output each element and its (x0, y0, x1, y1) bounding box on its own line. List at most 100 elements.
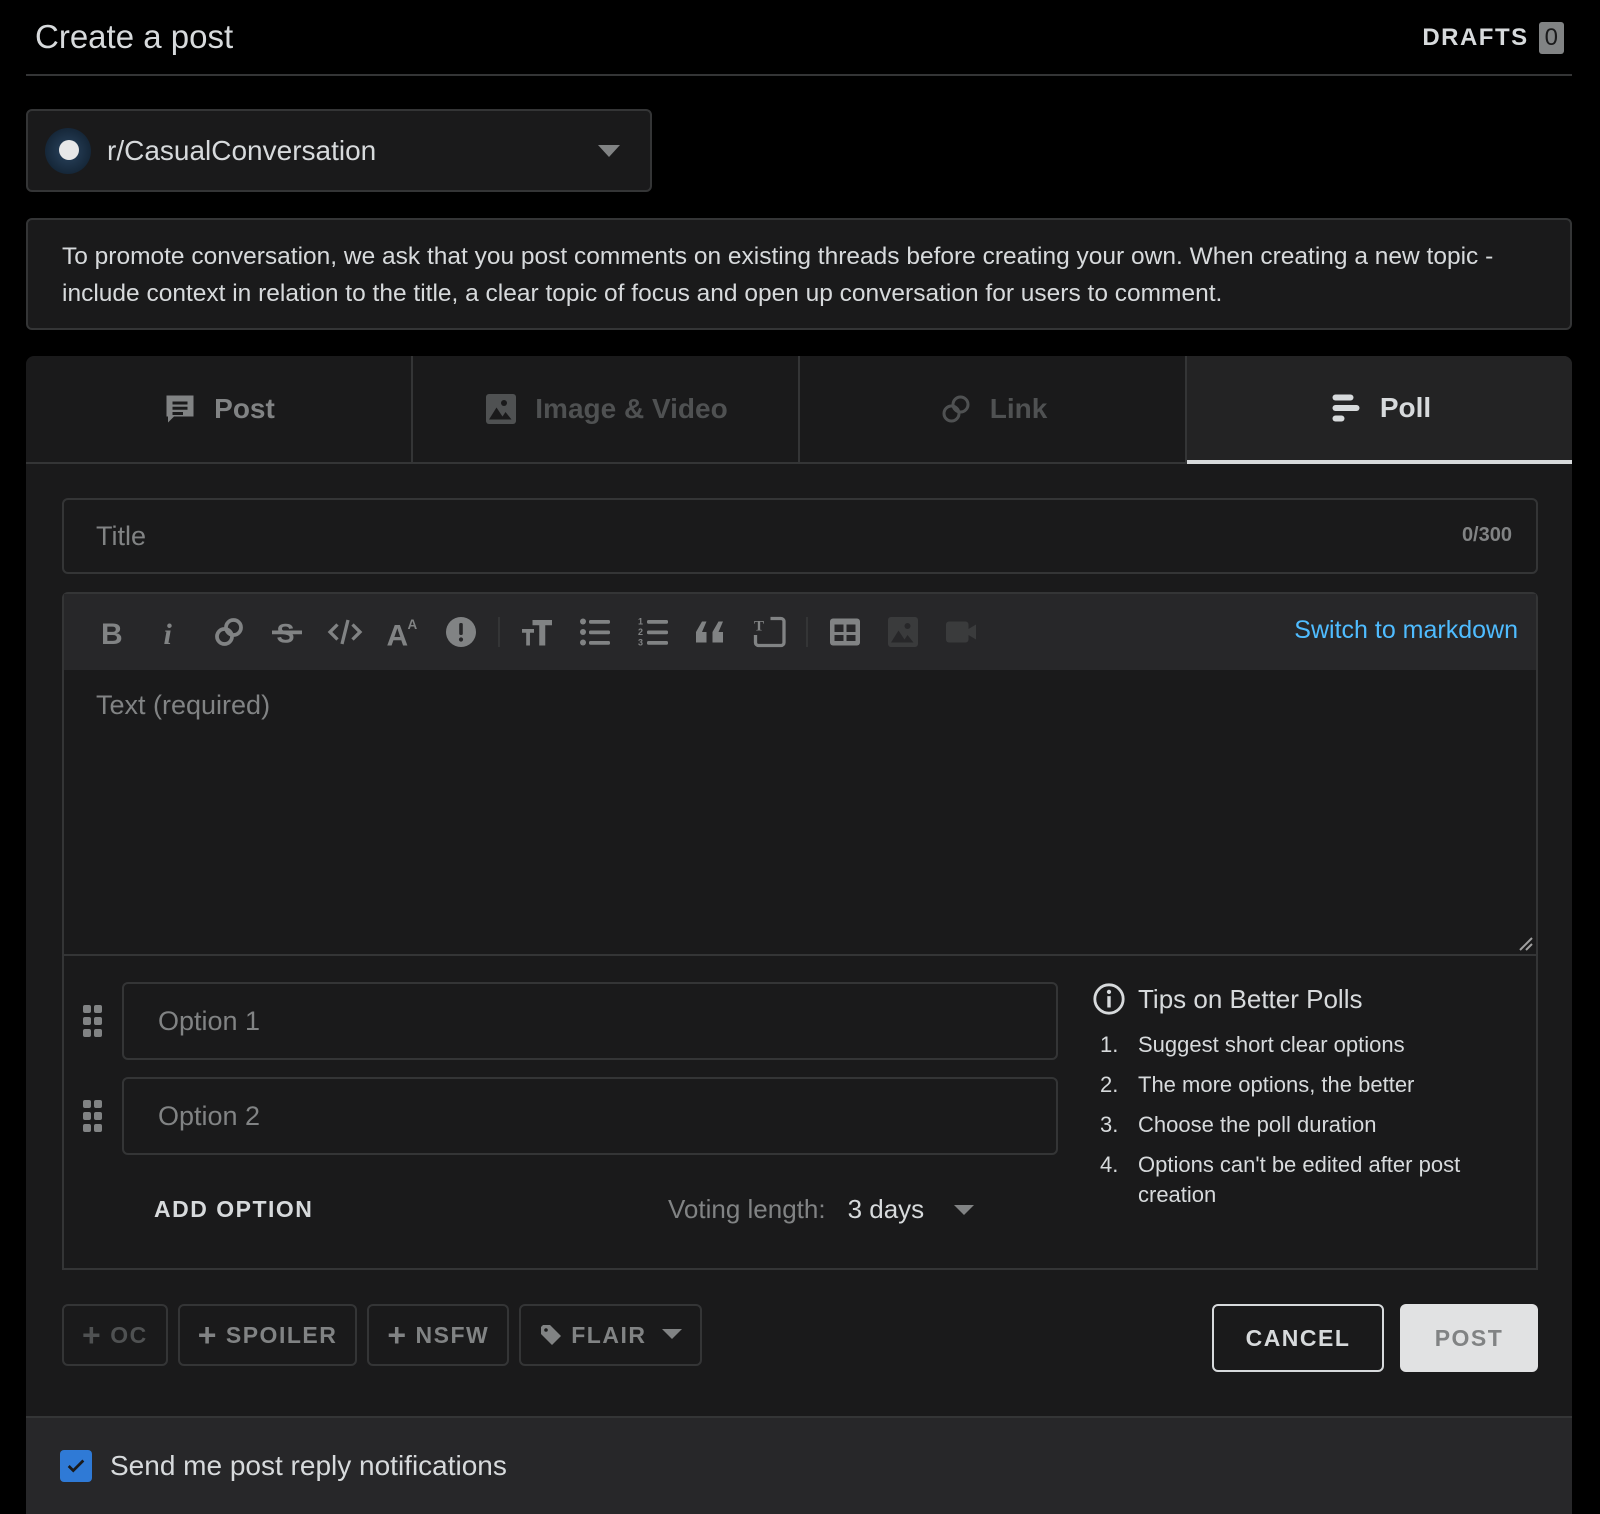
numbered-list-button[interactable]: 123 (624, 604, 682, 660)
add-option-button[interactable]: ADD OPTION (154, 1196, 313, 1223)
tab-link[interactable]: Link (800, 356, 1187, 462)
tip-number: 2. (1100, 1072, 1119, 1097)
svg-text:2: 2 (638, 627, 643, 637)
code-block-button[interactable]: T (740, 604, 798, 660)
voting-length-dropdown[interactable]: Voting length: 3 days (668, 1194, 975, 1225)
page-title: Create a post (35, 18, 234, 55)
svg-text:B: B (101, 618, 123, 650)
tab-image-video[interactable]: Image & Video (413, 356, 800, 462)
flair-dropdown-button[interactable]: FLAIR (519, 1304, 703, 1366)
nsfw-label: NSFW (415, 1321, 490, 1348)
drafts-button[interactable]: DRAFTS 0 (1422, 22, 1564, 54)
poll-option-row (64, 982, 1058, 1060)
community-rules-notice: To promote conversation, we ask that you… (26, 218, 1572, 330)
title-input[interactable] (64, 500, 1424, 572)
drag-handle[interactable] (64, 1004, 122, 1038)
poll-option-1-input[interactable] (122, 982, 1058, 1060)
chevron-down-icon (662, 1329, 683, 1339)
poll-option-2-input[interactable] (122, 1077, 1058, 1155)
drag-handle[interactable] (64, 1099, 122, 1133)
drafts-count-badge: 0 (1538, 22, 1564, 54)
inline-code-button[interactable] (316, 604, 374, 660)
chevron-down-icon (954, 1204, 975, 1215)
tips-title: Tips on Better Polls (1138, 983, 1363, 1014)
svg-text:1: 1 (638, 617, 643, 627)
plus-icon: + (197, 1317, 218, 1353)
image-button[interactable] (874, 604, 932, 660)
bold-icon: B (101, 618, 123, 650)
post-composer: Post Image & Video Link Poll 0/300 B i S… (26, 356, 1572, 1514)
video-icon (946, 621, 976, 643)
voting-length-value: 3 days (847, 1194, 925, 1224)
tag-icon (541, 1325, 562, 1345)
link-icon (215, 618, 243, 646)
italic-icon: i (164, 618, 173, 650)
cancel-button[interactable]: CANCEL (1212, 1304, 1384, 1372)
editor-toolbar: B i S AA 123 T Switch to markdown (64, 594, 1536, 670)
voting-length-label: Voting length: (668, 1194, 826, 1224)
tip-item: 4. Options can't be edited after post cre… (1092, 1150, 1522, 1210)
notifications-checkbox[interactable] (60, 1450, 92, 1482)
drafts-label: DRAFTS (1422, 24, 1529, 51)
quote-icon (696, 621, 723, 643)
title-character-counter: 0/300 (1461, 524, 1512, 546)
tip-text: Suggest short clear options (1138, 1032, 1405, 1057)
quote-block-button[interactable] (682, 604, 740, 660)
strikethrough-button[interactable]: S (258, 604, 316, 660)
spoiler-tag-button[interactable]: + SPOILER (177, 1304, 358, 1366)
tab-label: Poll (1379, 392, 1432, 423)
video-button[interactable] (932, 604, 990, 660)
oc-tag-button[interactable]: + OC (62, 1304, 168, 1366)
notification-settings: Send me post reply notifications (26, 1416, 1572, 1514)
poll-editor: ADD OPTION Voting length: 3 days Tips on… (62, 956, 1538, 1270)
resize-handle-icon[interactable] (1518, 936, 1534, 952)
bulleted-list-icon (580, 618, 610, 646)
drag-handle-icon (83, 1100, 102, 1132)
svg-text:T: T (754, 619, 764, 635)
tab-label: Post (214, 393, 275, 424)
notifications-label[interactable]: Send me post reply notifications (110, 1450, 507, 1482)
spoiler-button[interactable] (432, 604, 490, 660)
strikethrough-icon: S (272, 619, 302, 649)
body-text-input[interactable] (64, 670, 1536, 954)
heading-button[interactable] (508, 604, 566, 660)
tab-poll[interactable]: Poll (1187, 356, 1572, 464)
svg-text:A: A (387, 620, 409, 651)
plus-icon: + (82, 1317, 103, 1353)
flair-label: FLAIR (571, 1321, 647, 1348)
tip-text: Options can't be edited after post creat… (1138, 1152, 1461, 1207)
bold-button[interactable]: B (84, 604, 142, 660)
post-tags: + OC + SPOILER + NSFW FLAIR (62, 1304, 703, 1366)
community-avatar (45, 127, 91, 174)
tip-number: 3. (1100, 1112, 1119, 1137)
link-icon (942, 395, 970, 423)
nsfw-tag-button[interactable]: + NSFW (367, 1304, 510, 1366)
table-button[interactable] (816, 604, 874, 660)
link-button[interactable] (200, 604, 258, 660)
tip-text: Choose the poll duration (1138, 1112, 1377, 1137)
svg-text:i: i (164, 618, 173, 650)
switch-to-markdown-link[interactable]: Switch to markdown (1294, 616, 1518, 645)
code-block-icon: T (753, 616, 786, 648)
toolbar-divider (498, 617, 500, 647)
title-field: 0/300 (62, 498, 1538, 574)
superscript-button[interactable]: AA (374, 604, 432, 660)
post-button[interactable]: POST (1400, 1304, 1538, 1372)
tab-label: Link (989, 393, 1048, 424)
drag-handle-icon (83, 1005, 102, 1037)
spoiler-icon (446, 617, 476, 647)
tab-post[interactable]: Post (26, 356, 413, 462)
community-selector[interactable]: r/CasualConversation (26, 109, 652, 192)
tip-item: 2. The more options, the better (1092, 1070, 1522, 1100)
tip-number: 1. (1100, 1032, 1119, 1057)
tip-text: The more options, the better (1138, 1072, 1415, 1097)
info-icon (1093, 983, 1125, 1015)
bulleted-list-button[interactable] (566, 604, 624, 660)
plus-icon: + (387, 1317, 408, 1353)
italic-button[interactable]: i (142, 604, 200, 660)
post-type-tabs: Post Image & Video Link Poll (26, 356, 1572, 464)
tab-label: Image & Video (535, 393, 728, 424)
oc-label: OC (110, 1321, 148, 1348)
post-icon (166, 395, 194, 423)
rich-text-editor: B i S AA 123 T Switch to markdown (62, 592, 1538, 956)
